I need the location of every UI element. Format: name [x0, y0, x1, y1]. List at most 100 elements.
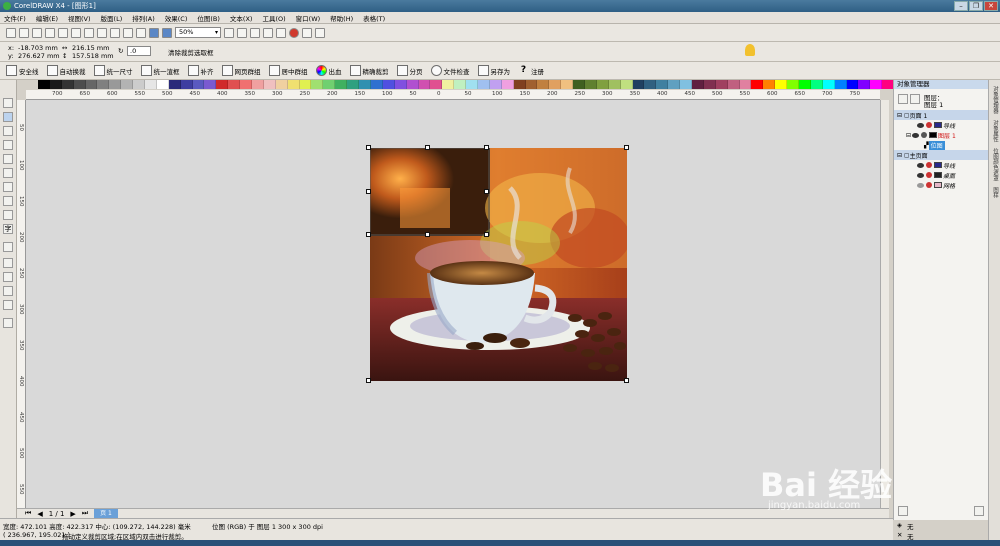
crop-handle-bl[interactable] [366, 232, 371, 237]
palette-swatch[interactable] [61, 80, 74, 89]
corel-online-icon[interactable] [162, 27, 172, 38]
print-icon[interactable] [45, 27, 55, 38]
palette-swatch[interactable] [727, 80, 740, 89]
palette-swatch[interactable] [228, 80, 241, 89]
om-bitmap-row[interactable]: ▞ 位图 [924, 140, 945, 150]
palette-swatch[interactable] [73, 80, 86, 89]
interactive-fill-tool-icon[interactable] [3, 300, 13, 310]
palette-swatch[interactable] [287, 80, 300, 89]
y-position-field[interactable]: 276.627 mm [18, 52, 60, 60]
dock-tab-object-manager[interactable]: 对象管理器 [991, 86, 999, 114]
hint-bulb-icon[interactable] [745, 44, 755, 56]
selection-handle-tr[interactable] [624, 145, 629, 150]
menu-tools[interactable]: 工具(O) [262, 13, 285, 23]
palette-swatch[interactable] [168, 80, 181, 89]
height-field[interactable]: 157.518 mm [72, 52, 114, 60]
import-icon[interactable] [123, 27, 133, 38]
palette-swatch[interactable] [644, 80, 657, 89]
palette-swatch[interactable] [608, 80, 621, 89]
export-icon[interactable] [136, 27, 146, 38]
palette-swatch[interactable] [525, 80, 538, 89]
palette-swatch[interactable] [156, 80, 169, 89]
rectangle-tool-icon[interactable] [3, 168, 13, 178]
page-tab[interactable]: 页 1 [94, 509, 118, 518]
palette-swatch[interactable] [109, 80, 122, 89]
precise-crop-button[interactable]: 精确裁剪 [349, 65, 389, 76]
zoom-select[interactable]: 50% [175, 27, 221, 38]
delete-layer-icon[interactable] [974, 506, 984, 516]
close-button[interactable]: ✕ [984, 1, 998, 11]
menu-bitmaps[interactable]: 位图(B) [197, 13, 220, 23]
palette-swatch[interactable] [275, 80, 288, 89]
palette-swatch[interactable] [477, 80, 490, 89]
palette-swatch[interactable] [85, 80, 98, 89]
palette-swatch[interactable] [632, 80, 645, 89]
palette-swatch[interactable] [204, 80, 217, 89]
eyedropper-tool-icon[interactable] [3, 258, 13, 268]
menu-arrange[interactable]: 排列(A) [132, 13, 155, 23]
copy-icon[interactable] [71, 27, 81, 38]
menu-help[interactable]: 帮助(H) [330, 13, 353, 23]
dock-tab-pattern[interactable]: 图样 [991, 187, 999, 198]
palette-swatch[interactable] [406, 80, 419, 89]
om-guides-row[interactable]: 导线 [916, 120, 955, 130]
crop-handle-tr[interactable] [484, 145, 489, 150]
palette-swatch[interactable] [501, 80, 514, 89]
palette-swatch[interactable] [703, 80, 716, 89]
om-master-guides-row[interactable]: 导线 [916, 160, 955, 170]
stop-icon[interactable] [302, 27, 312, 38]
palette-swatch[interactable] [549, 80, 562, 89]
width-field[interactable]: 216.15 mm [72, 44, 109, 52]
pause-icon[interactable] [315, 27, 325, 38]
selection-handle-br[interactable] [624, 378, 629, 383]
paste-icon[interactable] [84, 27, 94, 38]
palette-swatch[interactable] [810, 80, 823, 89]
uniform-frame-button[interactable]: 统一渲框 [140, 65, 180, 76]
palette-swatch[interactable] [252, 80, 264, 89]
maximize-button[interactable]: ❐ [969, 1, 983, 11]
crop-handle-bc[interactable] [425, 232, 430, 237]
polygon-tool-icon[interactable] [3, 196, 13, 206]
last-page-icon[interactable]: ⏭ [82, 509, 88, 518]
welcome-icon[interactable] [250, 27, 260, 38]
palette-swatch[interactable] [870, 80, 883, 89]
text-tool-icon[interactable]: 字 [3, 224, 13, 234]
layer-manager-view-icon[interactable] [910, 94, 920, 104]
blend-tool-icon[interactable] [3, 242, 13, 252]
palette-swatch[interactable] [822, 80, 835, 89]
palette-swatch[interactable] [359, 80, 371, 89]
palette-swatch[interactable] [121, 80, 134, 89]
selection-handle-tl[interactable] [366, 145, 371, 150]
palette-swatch[interactable] [680, 80, 692, 89]
palette-swatch[interactable] [382, 80, 395, 89]
palette-swatch[interactable] [466, 80, 478, 89]
palette-swatch[interactable] [846, 80, 859, 89]
shape-tool-icon[interactable] [3, 112, 13, 122]
om-page-1[interactable]: ⊟ ▢ 页面 1 [894, 110, 989, 120]
fill-tool-icon[interactable] [3, 286, 13, 296]
cut-icon[interactable] [58, 27, 68, 38]
next-page-icon[interactable]: ▶ [70, 510, 75, 518]
menu-edit[interactable]: 编辑(E) [36, 13, 58, 23]
dock-tab-object-properties[interactable]: 对象属性 [991, 120, 999, 142]
publish-pdf-icon[interactable] [149, 27, 159, 38]
palette-swatch[interactable] [133, 80, 146, 89]
palette-swatch[interactable] [668, 80, 681, 89]
auto-crop-button[interactable]: 自动换裁 [46, 65, 86, 76]
snap-icon[interactable] [237, 27, 247, 38]
palette-swatch[interactable] [192, 80, 205, 89]
pick-tool-icon[interactable] [3, 98, 13, 108]
basic-shapes-tool-icon[interactable] [3, 210, 13, 220]
menu-effects[interactable]: 效果(C) [165, 13, 188, 23]
split-page-button[interactable]: 分页 [396, 65, 423, 76]
ellipse-tool-icon[interactable] [3, 182, 13, 192]
palette-swatch[interactable] [299, 80, 312, 89]
palette-swatch[interactable] [763, 80, 776, 89]
selection-handle-bl[interactable] [366, 378, 371, 383]
palette-swatch[interactable] [799, 80, 811, 89]
x-position-field[interactable]: -18.703 mm [18, 44, 58, 52]
prev-page-icon[interactable]: ◀ [37, 510, 42, 518]
menu-table[interactable]: 表格(T) [363, 13, 385, 23]
palette-swatch[interactable] [834, 80, 847, 89]
fill-button[interactable]: 补齐 [187, 65, 214, 76]
